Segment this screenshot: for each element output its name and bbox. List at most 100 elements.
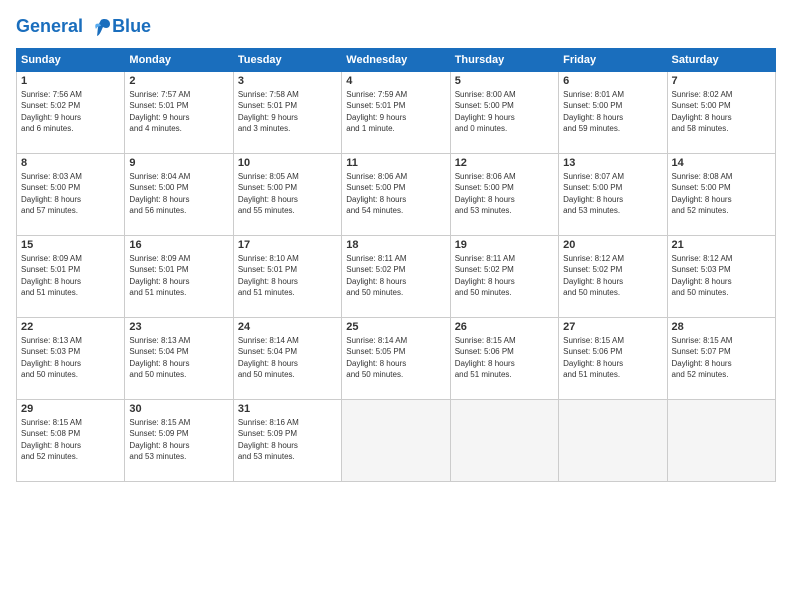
cell-content: Sunrise: 8:09 AMSunset: 5:01 PMDaylight:… [129,253,228,298]
day-number: 1 [21,75,120,87]
col-thursday: Thursday [450,49,558,72]
day-number: 16 [129,239,228,251]
cell-content: Sunrise: 8:11 AMSunset: 5:02 PMDaylight:… [455,253,554,298]
day-number: 23 [129,321,228,333]
table-cell [450,400,558,482]
cell-content: Sunrise: 8:02 AMSunset: 5:00 PMDaylight:… [672,89,771,134]
logo-text: General [16,16,112,38]
table-cell: 30 Sunrise: 8:15 AMSunset: 5:09 PMDayligh… [125,400,233,482]
day-number: 13 [563,157,662,169]
calendar-week-row: 8Sunrise: 8:03 AMSunset: 5:00 PMDaylight… [17,154,776,236]
day-number: 3 [238,75,337,87]
table-cell: 19 Sunrise: 8:11 AMSunset: 5:02 PMDayligh… [450,236,558,318]
table-cell: 18 Sunrise: 8:11 AMSunset: 5:02 PMDayligh… [342,236,450,318]
table-cell: 6Sunrise: 8:01 AMSunset: 5:00 PMDaylight… [559,72,667,154]
table-cell: 25 Sunrise: 8:14 AMSunset: 5:05 PMDayligh… [342,318,450,400]
day-number: 30 [129,403,228,415]
calendar-table: Sunday Monday Tuesday Wednesday Thursday… [16,48,776,482]
table-cell: 14Sunrise: 8:08 AMSunset: 5:00 PMDayligh… [667,154,775,236]
cell-content: Sunrise: 8:14 AMSunset: 5:04 PMDaylight:… [238,335,337,380]
day-number: 2 [129,75,228,87]
day-number: 26 [455,321,554,333]
cell-content: Sunrise: 8:12 AMSunset: 5:02 PMDaylight:… [563,253,662,298]
day-number: 17 [238,239,337,251]
day-number: 20 [563,239,662,251]
table-cell [667,400,775,482]
cell-content: Sunrise: 8:15 AMSunset: 5:06 PMDaylight:… [455,335,554,380]
day-number: 19 [455,239,554,251]
table-cell: 13 Sunrise: 8:07 AMSunset: 5:00 PMDayligh… [559,154,667,236]
logo: General Blue [16,16,151,38]
day-number: 22 [21,321,120,333]
table-cell: 9 Sunrise: 8:04 AMSunset: 5:00 PMDaylight… [125,154,233,236]
calendar-week-row: 22Sunrise: 8:13 AMSunset: 5:03 PMDayligh… [17,318,776,400]
cell-content: Sunrise: 8:15 AMSunset: 5:06 PMDaylight:… [563,335,662,380]
cell-content: Sunrise: 8:13 AMSunset: 5:04 PMDaylight:… [129,335,228,380]
table-cell: 27 Sunrise: 8:15 AMSunset: 5:06 PMDayligh… [559,318,667,400]
day-number: 25 [346,321,445,333]
table-cell [342,400,450,482]
calendar-week-row: 15 Sunrise: 8:09 AMSunset: 5:01 PMDayligh… [17,236,776,318]
cell-content: Sunrise: 8:10 AMSunset: 5:01 PMDaylight:… [238,253,337,298]
cell-content: Sunrise: 8:03 AMSunset: 5:00 PMDaylight:… [21,171,120,216]
col-monday: Monday [125,49,233,72]
day-number: 6 [563,75,662,87]
cell-content: Sunrise: 8:16 AMSunset: 5:09 PMDaylight:… [238,417,337,462]
table-cell: 21 Sunrise: 8:12 AMSunset: 5:03 PMDayligh… [667,236,775,318]
day-number: 18 [346,239,445,251]
cell-content: Sunrise: 8:05 AMSunset: 5:00 PMDaylight:… [238,171,337,216]
day-number: 5 [455,75,554,87]
table-cell: 11 Sunrise: 8:06 AMSunset: 5:00 PMDayligh… [342,154,450,236]
col-saturday: Saturday [667,49,775,72]
cell-content: Sunrise: 7:57 AMSunset: 5:01 PMDaylight:… [129,89,228,134]
col-wednesday: Wednesday [342,49,450,72]
logo-general: General [16,16,83,36]
cell-content: Sunrise: 8:09 AMSunset: 5:01 PMDaylight:… [21,253,120,298]
page: General Blue Sunday Monday Tuesday [0,0,792,612]
cell-content: Sunrise: 8:08 AMSunset: 5:00 PMDaylight:… [672,171,771,216]
table-cell: 28 Sunrise: 8:15 AMSunset: 5:07 PMDayligh… [667,318,775,400]
cell-content: Sunrise: 8:12 AMSunset: 5:03 PMDaylight:… [672,253,771,298]
table-cell: 29Sunrise: 8:15 AMSunset: 5:08 PMDayligh… [17,400,125,482]
table-cell: 4Sunrise: 7:59 AMSunset: 5:01 PMDaylight… [342,72,450,154]
col-sunday: Sunday [17,49,125,72]
cell-content: Sunrise: 8:15 AMSunset: 5:09 PMDaylight:… [129,417,228,462]
day-number: 24 [238,321,337,333]
header: General Blue [16,16,776,38]
table-cell: 2 Sunrise: 7:57 AMSunset: 5:01 PMDaylight… [125,72,233,154]
cell-content: Sunrise: 8:04 AMSunset: 5:00 PMDaylight:… [129,171,228,216]
header-row: Sunday Monday Tuesday Wednesday Thursday… [17,49,776,72]
day-number: 9 [129,157,228,169]
day-number: 15 [21,239,120,251]
day-number: 27 [563,321,662,333]
table-cell: 15 Sunrise: 8:09 AMSunset: 5:01 PMDayligh… [17,236,125,318]
day-number: 21 [672,239,771,251]
day-number: 28 [672,321,771,333]
table-cell: 31 Sunrise: 8:16 AMSunset: 5:09 PMDayligh… [233,400,341,482]
cell-content: Sunrise: 8:14 AMSunset: 5:05 PMDaylight:… [346,335,445,380]
day-number: 11 [346,157,445,169]
col-friday: Friday [559,49,667,72]
table-cell: 16 Sunrise: 8:09 AMSunset: 5:01 PMDayligh… [125,236,233,318]
day-number: 4 [346,75,445,87]
table-cell: 24 Sunrise: 8:14 AMSunset: 5:04 PMDayligh… [233,318,341,400]
day-number: 31 [238,403,337,415]
cell-content: Sunrise: 8:15 AMSunset: 5:07 PMDaylight:… [672,335,771,380]
cell-content: Sunrise: 7:56 AMSunset: 5:02 PMDaylight:… [21,89,120,134]
table-cell: 17 Sunrise: 8:10 AMSunset: 5:01 PMDayligh… [233,236,341,318]
table-cell: 10 Sunrise: 8:05 AMSunset: 5:00 PMDayligh… [233,154,341,236]
table-cell: 5Sunrise: 8:00 AMSunset: 5:00 PMDaylight… [450,72,558,154]
table-cell: 12Sunrise: 8:06 AMSunset: 5:00 PMDayligh… [450,154,558,236]
col-tuesday: Tuesday [233,49,341,72]
day-number: 10 [238,157,337,169]
table-cell: 26 Sunrise: 8:15 AMSunset: 5:06 PMDayligh… [450,318,558,400]
cell-content: Sunrise: 8:06 AMSunset: 5:00 PMDaylight:… [346,171,445,216]
cell-content: Sunrise: 8:15 AMSunset: 5:08 PMDaylight:… [21,417,120,462]
table-cell: 8Sunrise: 8:03 AMSunset: 5:00 PMDaylight… [17,154,125,236]
cell-content: Sunrise: 8:07 AMSunset: 5:00 PMDaylight:… [563,171,662,216]
table-cell [559,400,667,482]
logo-bird-icon [90,16,112,38]
table-cell: 22Sunrise: 8:13 AMSunset: 5:03 PMDayligh… [17,318,125,400]
cell-content: Sunrise: 8:11 AMSunset: 5:02 PMDaylight:… [346,253,445,298]
cell-content: Sunrise: 7:58 AMSunset: 5:01 PMDaylight:… [238,89,337,134]
